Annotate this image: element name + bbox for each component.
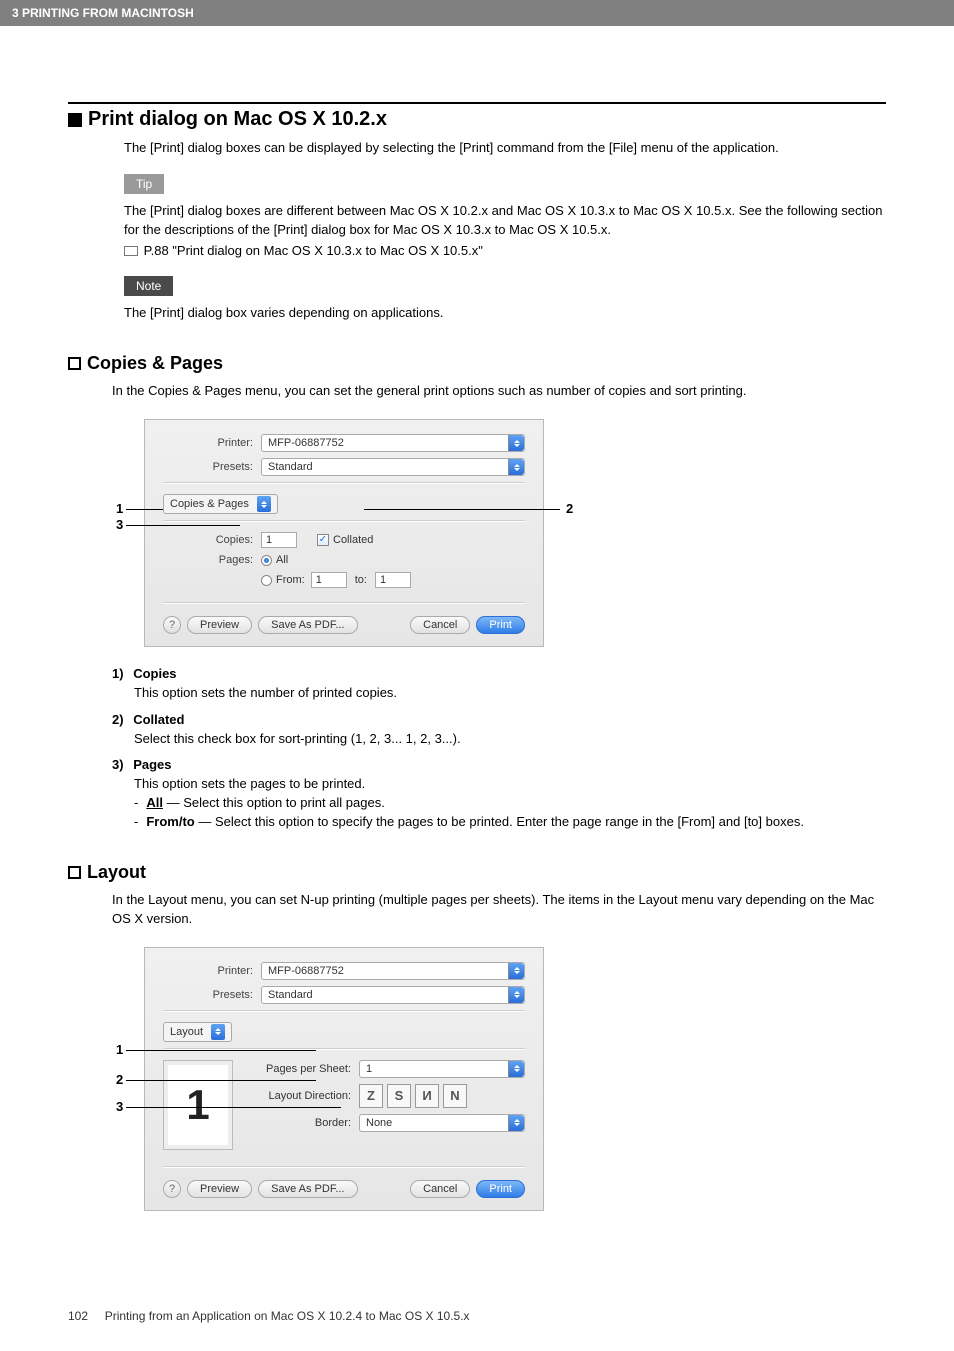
item-1-num: 1) [112, 666, 124, 681]
section-intro: The [Print] dialog boxes can be displaye… [124, 139, 886, 158]
tip-reference: P.88 "Print dialog on Mac OS X 10.3.x to… [124, 242, 886, 261]
layout-callout-3: 3 [116, 1099, 123, 1114]
layout-callout-1: 1 [116, 1042, 123, 1057]
callout-3: 3 [116, 517, 123, 532]
dropdown-icon [508, 435, 524, 451]
page-number: 102 [68, 1309, 88, 1323]
presets-label: Presets: [163, 461, 253, 473]
presets-label: Presets: [163, 989, 253, 1001]
chapter-header: 3 PRINTING FROM MACINTOSH [0, 0, 954, 26]
layout-screenshot: 1 2 3 Printer: MFP-06887752 Presets: Sta… [116, 947, 886, 1211]
item-2-desc: Select this check box for sort-printing … [134, 730, 886, 749]
printer-select[interactable]: MFP-06887752 [261, 434, 525, 452]
tip-text: The [Print] dialog boxes are different b… [124, 202, 886, 240]
panel-select[interactable]: Layout [163, 1022, 232, 1042]
dropdown-icon [508, 1115, 524, 1131]
copies-pages-screenshot: 1 3 2 Printer: MFP-06887752 Presets: Sta… [116, 419, 886, 647]
layout-preview: 1 [163, 1060, 233, 1150]
dropdown-icon [508, 963, 524, 979]
copies-input[interactable]: 1 [261, 532, 297, 548]
save-pdf-button[interactable]: Save As PDF... [258, 616, 357, 634]
print-button[interactable]: Print [476, 1180, 525, 1198]
collated-checkbox[interactable]: ✓ [317, 534, 329, 546]
pages-all-radio[interactable] [261, 555, 272, 566]
pages-per-sheet-label: Pages per Sheet: [251, 1063, 351, 1075]
layout-callout-2: 2 [116, 1072, 123, 1087]
item-3a-desc: — Select this option to print all pages. [163, 795, 385, 810]
bullet-icon [68, 113, 82, 127]
help-button[interactable]: ? [163, 1180, 181, 1198]
section-title: Print dialog on Mac OS X 10.2.x [88, 108, 387, 131]
from-input[interactable]: 1 [311, 572, 347, 588]
from-label: From: [276, 574, 305, 586]
direction-option-4[interactable]: N [443, 1084, 467, 1108]
pages-all-label: All [276, 554, 288, 566]
panel-select[interactable]: Copies & Pages [163, 494, 278, 514]
item-3b-label: From/to [146, 814, 194, 829]
print-dialog-layout: Printer: MFP-06887752 Presets: Standard … [144, 947, 544, 1211]
to-input[interactable]: 1 [375, 572, 411, 588]
note-text: The [Print] dialog box varies depending … [124, 304, 886, 323]
cancel-button[interactable]: Cancel [410, 1180, 470, 1198]
collated-label: Collated [333, 534, 373, 546]
presets-select[interactable]: Standard [261, 458, 525, 476]
outline-bullet-icon [68, 866, 81, 879]
printer-select[interactable]: MFP-06887752 [261, 962, 525, 980]
copies-pages-list: 1) Copies This option sets the number of… [112, 665, 886, 832]
help-button[interactable]: ? [163, 616, 181, 634]
dropdown-icon [211, 1024, 225, 1040]
copies-pages-title: Copies & Pages [87, 353, 223, 374]
presets-select[interactable]: Standard [261, 986, 525, 1004]
layout-title: Layout [87, 862, 146, 883]
item-2-num: 2) [112, 712, 124, 727]
book-icon [124, 246, 138, 256]
pages-label: Pages: [163, 554, 253, 566]
preview-button[interactable]: Preview [187, 616, 252, 634]
layout-direction-label: Layout Direction: [251, 1090, 351, 1102]
to-label: to: [355, 574, 367, 586]
border-label: Border: [251, 1117, 351, 1129]
item-1-title: Copies [133, 666, 176, 681]
printer-label: Printer: [163, 437, 253, 449]
copies-pages-intro: In the Copies & Pages menu, you can set … [112, 382, 886, 401]
item-3-title: Pages [133, 757, 171, 772]
copies-pages-heading: Copies & Pages [68, 353, 886, 374]
direction-option-1[interactable]: Z [359, 1084, 383, 1108]
dropdown-icon [508, 1061, 524, 1077]
layout-heading: Layout [68, 862, 886, 883]
print-dialog-copies: Printer: MFP-06887752 Presets: Standard … [144, 419, 544, 647]
item-1-desc: This option sets the number of printed c… [134, 684, 886, 703]
item-3-desc: This option sets the pages to be printed… [134, 775, 886, 794]
tip-ref-text: P.88 "Print dialog on Mac OS X 10.3.x to… [144, 243, 483, 258]
layout-intro: In the Layout menu, you can set N-up pri… [112, 891, 886, 929]
item-3-num: 3) [112, 757, 124, 772]
border-select[interactable]: None [359, 1114, 525, 1132]
item-2-title: Collated [133, 712, 184, 727]
copies-label: Copies: [163, 534, 253, 546]
direction-option-3[interactable]: И [415, 1084, 439, 1108]
preview-button[interactable]: Preview [187, 1180, 252, 1198]
section-heading: Print dialog on Mac OS X 10.2.x [68, 108, 886, 131]
pages-from-radio[interactable] [261, 575, 272, 586]
direction-option-2[interactable]: S [387, 1084, 411, 1108]
dropdown-icon [508, 987, 524, 1003]
outline-bullet-icon [68, 357, 81, 370]
item-3a-label: All [146, 795, 163, 810]
dropdown-icon [257, 496, 271, 512]
cancel-button[interactable]: Cancel [410, 616, 470, 634]
footer-text: Printing from an Application on Mac OS X… [105, 1309, 470, 1323]
pages-per-sheet-select[interactable]: 1 [359, 1060, 525, 1078]
item-3b-desc: — Select this option to specify the page… [195, 814, 804, 829]
tip-badge: Tip [124, 174, 164, 194]
dropdown-icon [508, 459, 524, 475]
chapter-title: 3 PRINTING FROM MACINTOSH [12, 6, 194, 20]
note-badge: Note [124, 276, 173, 296]
printer-label: Printer: [163, 965, 253, 977]
save-pdf-button[interactable]: Save As PDF... [258, 1180, 357, 1198]
callout-2: 2 [566, 501, 573, 516]
page-footer: 102 Printing from an Application on Mac … [68, 1309, 470, 1323]
callout-1: 1 [116, 501, 123, 516]
print-button[interactable]: Print [476, 616, 525, 634]
